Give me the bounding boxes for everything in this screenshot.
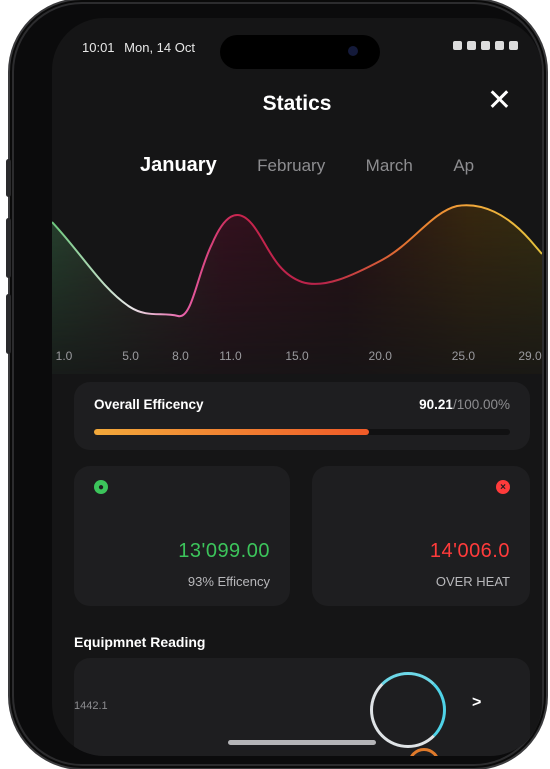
battery-icon (509, 41, 518, 50)
efficiency-total: /100.00% (452, 397, 510, 412)
hotspot-icon (467, 41, 476, 50)
x-axis-ticks: 1.0 5.0 8.0 11.0 15.0 20.0 25.0 29.0 (56, 349, 542, 363)
page-title: Statics (262, 92, 332, 115)
month-tabs: January February March Ap (140, 154, 510, 177)
home-indicator[interactable] (228, 740, 376, 745)
x-tick-label: 15.0 (285, 349, 309, 363)
overheat-stat-label: OVER HEAT (435, 574, 510, 589)
efficiency-progress-fill (94, 429, 369, 435)
efficiency-stat-card[interactable]: ● 13'099.00 93% Efficency (74, 466, 290, 606)
overall-efficiency-card: Overall Efficency 90.21/100.00% (74, 382, 530, 450)
section-title: Equipmnet Reading (74, 634, 206, 650)
status-bar: 10:01 Mon, 14 Oct (82, 40, 518, 56)
phone-frame: 10:01 Mon, 14 Oct Statics ✕ January Febr… (6, 4, 542, 764)
efficiency-stat-value: 13'099.00 (178, 540, 270, 562)
efficiency-stat-label: 93% Efficency (187, 574, 270, 589)
x-circle-icon: × (496, 480, 510, 494)
efficiency-score: 90.21 (419, 397, 453, 412)
efficiency-progress (94, 429, 510, 435)
x-tick-label: 5.0 (122, 349, 139, 363)
app-screen: 10:01 Mon, 14 Oct Statics ✕ January Febr… (52, 18, 542, 756)
reading-gauge-ring (370, 672, 446, 748)
alarm-icon (453, 41, 462, 50)
close-icon[interactable]: ✕ (487, 86, 512, 116)
tab-march[interactable]: March (366, 156, 413, 176)
efficiency-label: Overall Efficency (94, 397, 204, 412)
efficiency-value: 90.21/100.00% (419, 397, 510, 412)
volume-up-button (6, 218, 11, 278)
shield-icon: ● (94, 480, 108, 494)
x-tick-label: 1.0 (56, 349, 73, 363)
overheat-stat-value: 14'006.0 (429, 540, 510, 562)
status-time: 10:01 (82, 40, 115, 55)
x-tick-label: 29.0 (518, 349, 542, 363)
action-button (6, 159, 11, 197)
status-date: Mon, 14 Oct (124, 40, 195, 55)
volume-down-button (6, 294, 11, 354)
x-tick-label: 11.0 (219, 349, 242, 363)
statistics-chart: 1.0 5.0 8.0 11.0 15.0 20.0 25.0 29.0 (52, 204, 542, 374)
signal-icon (495, 41, 504, 50)
status-icons (453, 41, 518, 50)
x-tick-label: 25.0 (452, 349, 476, 363)
reading-value: 1442.1 (74, 700, 108, 712)
overheat-stat-card[interactable]: × 14'006.0 OVER HEAT (312, 466, 530, 606)
tab-april[interactable]: Ap (453, 156, 474, 176)
tab-january[interactable]: January (140, 154, 217, 177)
chevron-right-icon[interactable]: > (472, 694, 481, 712)
x-tick-label: 8.0 (172, 349, 189, 363)
tab-february[interactable]: February (257, 156, 325, 176)
wifi-icon (481, 41, 490, 50)
x-tick-label: 20.0 (369, 349, 393, 363)
